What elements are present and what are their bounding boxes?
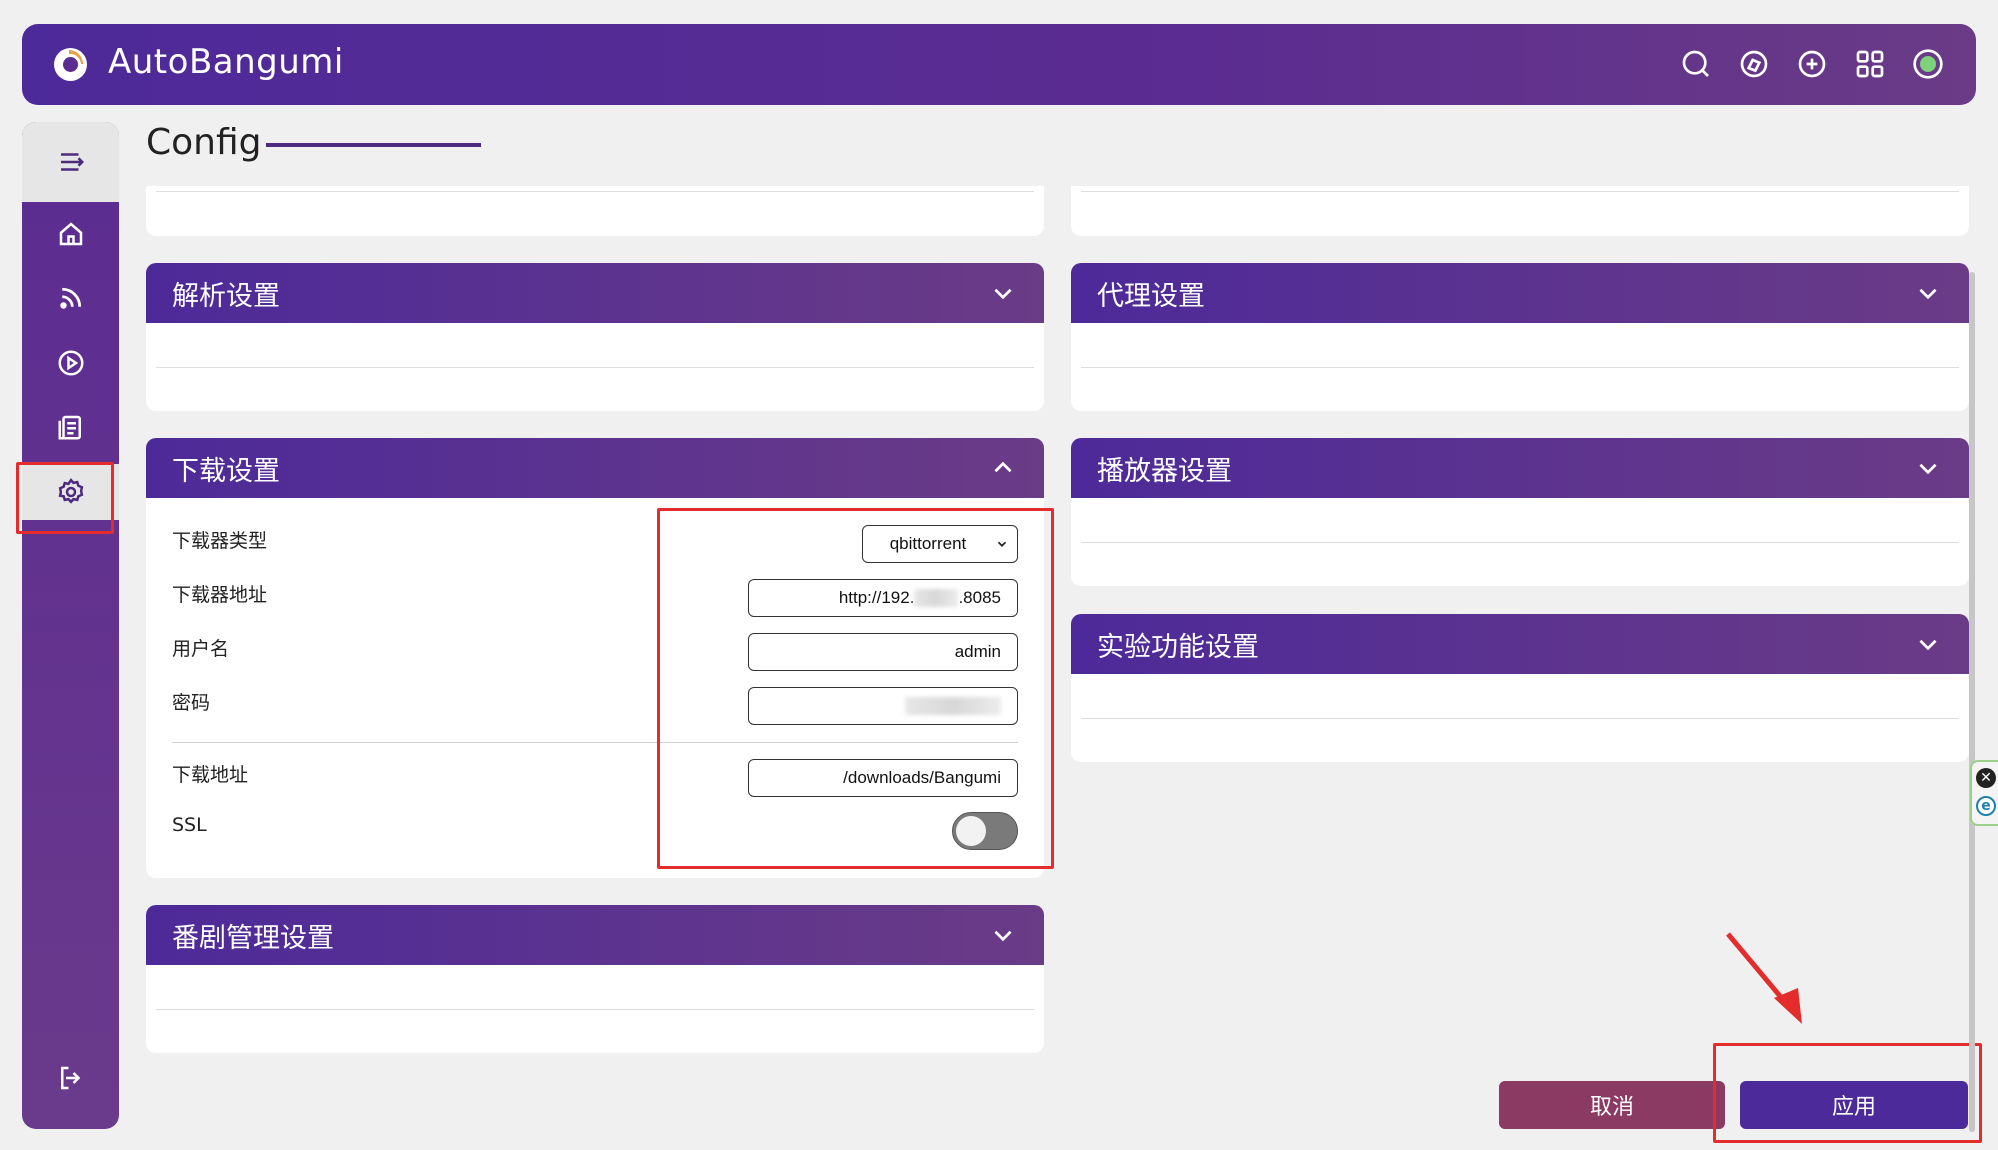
sidebar-item-home[interactable] (22, 206, 119, 262)
grid-icon[interactable] (1852, 46, 1888, 82)
parse-settings-header[interactable]: 解析设置 (146, 263, 1044, 323)
proxy-settings-header[interactable]: 代理设置 (1071, 263, 1969, 323)
username-label: 用户名 (172, 638, 230, 660)
card-experimental-settings: 实验功能设置 (1071, 614, 1969, 762)
app-logo-icon (54, 48, 87, 81)
chevron-down-icon (994, 930, 1012, 942)
page-title: Config (146, 122, 262, 163)
downloader-type-label: 下载器类型 (172, 530, 268, 552)
sidebar (22, 122, 119, 1129)
downloader-host-label: 下载器地址 (172, 584, 268, 606)
add-icon[interactable] (1794, 46, 1830, 82)
logout-icon (60, 1066, 80, 1090)
annotation-arrow-icon (1726, 932, 1802, 1024)
chevron-down-icon (994, 288, 1012, 300)
card-bangumi-manage-settings: 番剧管理设置 (146, 905, 1044, 1053)
experimental-settings-header[interactable]: 实验功能设置 (1071, 614, 1969, 674)
menu-icon (60, 153, 84, 171)
log-icon (58, 415, 81, 440)
chevron-down-icon (1919, 639, 1937, 651)
download-settings-title: 下载设置 (172, 455, 280, 487)
close-icon[interactable]: ✕ (1976, 768, 1996, 788)
chevron-down-icon (1919, 463, 1937, 475)
card-proxy-settings: 代理设置 (1071, 263, 1969, 411)
top-bar: AutoBangumi (22, 24, 1976, 105)
cancel-button[interactable]: 取消 (1499, 1081, 1725, 1129)
card-parse-settings: 解析设置 (146, 263, 1044, 411)
bangumi-manage-settings-header[interactable]: 番剧管理设置 (146, 905, 1044, 965)
download-settings-header[interactable]: 下载设置 (146, 438, 1044, 498)
chevron-down-icon (1919, 288, 1937, 300)
experimental-settings-title: 实验功能设置 (1097, 631, 1259, 663)
highlight-apply-button (1713, 1043, 1982, 1143)
extension-widget[interactable]: ✕ e (1970, 760, 1998, 826)
app-title: AutoBangumi (108, 42, 344, 82)
player-settings-title: 播放器设置 (1097, 455, 1232, 487)
play-icon (58, 350, 83, 376)
rss-compass-icon[interactable] (1736, 46, 1772, 82)
chevron-up-icon (994, 461, 1012, 473)
home-icon (59, 222, 82, 246)
card-player-settings: 播放器设置 (1071, 438, 1969, 586)
bangumi-manage-settings-title: 番剧管理设置 (172, 922, 334, 954)
proxy-settings-title: 代理设置 (1097, 280, 1205, 312)
highlight-download-fields (657, 508, 1054, 869)
title-underline (266, 143, 481, 147)
sidebar-item-logout[interactable] (22, 1050, 119, 1106)
search-icon[interactable] (1678, 46, 1714, 82)
rss-icon (59, 287, 81, 309)
card-partial-right (1071, 186, 1969, 236)
edge-icon[interactable]: e (1976, 796, 1996, 816)
status-dot-icon[interactable] (1910, 46, 1946, 82)
page-scrollbar[interactable] (1969, 272, 1975, 1132)
password-label: 密码 (172, 692, 211, 714)
download-path-label: 下载地址 (172, 764, 249, 786)
sidebar-item-log[interactable] (22, 399, 119, 455)
ssl-label: SSL (172, 814, 207, 836)
parse-settings-title: 解析设置 (172, 280, 280, 312)
sidebar-item-player[interactable] (22, 335, 119, 391)
menu-toggle[interactable] (22, 122, 119, 202)
card-partial-left (146, 186, 1044, 236)
highlight-sidebar-config (16, 462, 114, 534)
player-settings-header[interactable]: 播放器设置 (1071, 438, 1969, 498)
sidebar-item-rss[interactable] (22, 270, 119, 326)
